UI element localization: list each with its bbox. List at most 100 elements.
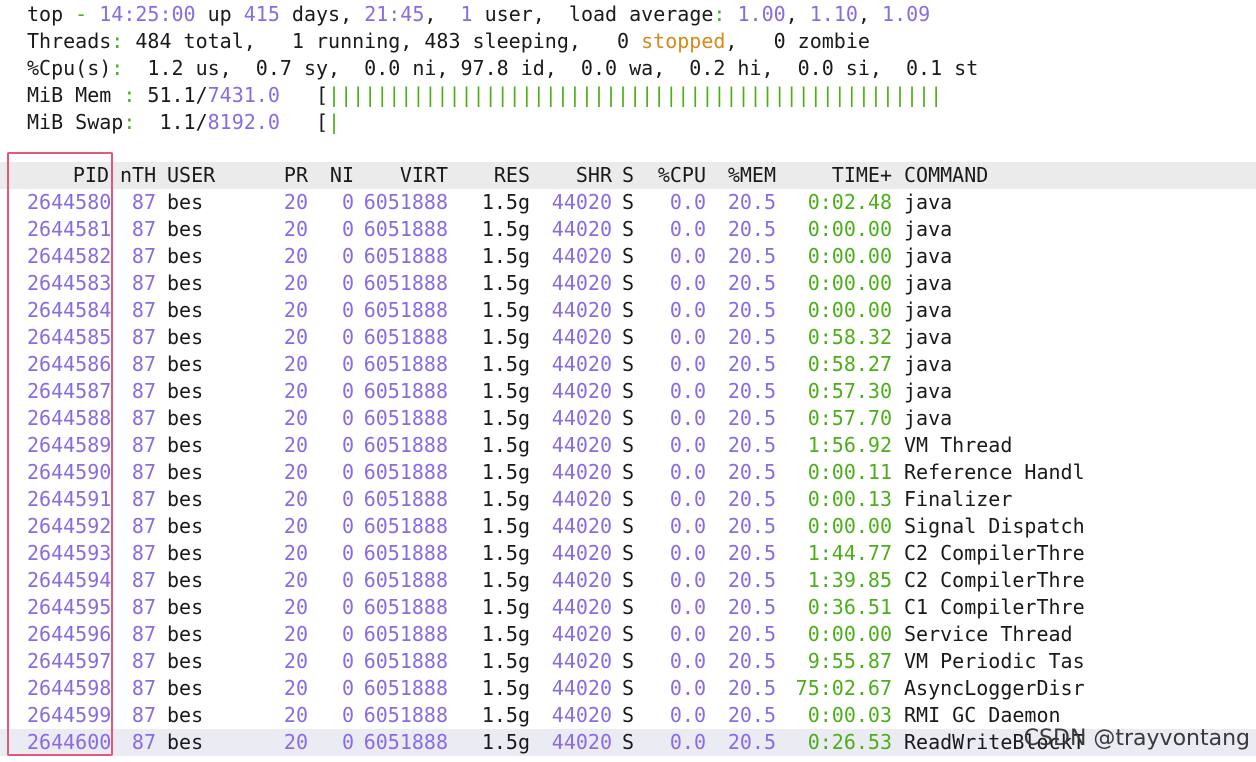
cell-nth: 87 <box>131 352 156 376</box>
cell-virt: 6051888 <box>363 460 448 484</box>
summary-segment: 8192.0 <box>207 110 280 134</box>
cell-cpu: 0.0 <box>669 649 706 673</box>
cell-s: S <box>622 730 635 754</box>
process-row[interactable]: 2644588 87 bes 20 0 6051888 1.5g 44020 S 0.0 20.5 0… <box>0 405 1256 432</box>
process-row[interactable]: 2644592 87 bes 20 0 6051888 1.5g 44020 S 0.0 20.5 0… <box>0 513 1256 540</box>
cell-pr: 20 <box>283 541 308 565</box>
cell-virt: 6051888 <box>363 217 448 241</box>
cell-nth: 87 <box>131 406 156 430</box>
process-row[interactable]: 2644591 87 bes 20 0 6051888 1.5g 44020 S 0.0 20.5 0… <box>0 486 1256 513</box>
cell-mem: 20.5 <box>727 298 776 322</box>
summary-segment: , <box>424 2 461 26</box>
cell-cmd: VM Thread <box>904 433 1013 457</box>
cell-pr: 20 <box>283 352 308 376</box>
cell-shr: 44020 <box>551 217 612 241</box>
col-time[interactable]: TIME+ <box>780 162 892 189</box>
cell-shr: 44020 <box>551 271 612 295</box>
cell-time: 0:00.03 <box>807 703 892 727</box>
process-row[interactable]: 2644590 87 bes 20 0 6051888 1.5g 44020 S 0.0 20.5 0… <box>0 459 1256 486</box>
process-row[interactable]: 2644596 87 bes 20 0 6051888 1.5g 44020 S 0.0 20.5 0… <box>0 621 1256 648</box>
cell-user: bes <box>167 703 204 727</box>
cell-time: 1:44.77 <box>807 541 892 565</box>
process-row[interactable]: 2644589 87 bes 20 0 6051888 1.5g 44020 S 0.0 20.5 1… <box>0 432 1256 459</box>
cell-virt: 6051888 <box>363 271 448 295</box>
cell-shr: 44020 <box>551 190 612 214</box>
col-virt[interactable]: VIRT <box>360 162 448 189</box>
cell-shr: 44020 <box>551 703 612 727</box>
process-row[interactable]: 2644587 87 bes 20 0 6051888 1.5g 44020 S 0.0 20.5 0… <box>0 378 1256 405</box>
col-state[interactable]: S <box>622 162 634 189</box>
summary-segment: | <box>328 110 341 134</box>
cell-nth: 87 <box>131 541 156 565</box>
cell-virt: 6051888 <box>363 541 448 565</box>
cell-cpu: 0.0 <box>669 703 706 727</box>
summary-segment: 21:45 <box>364 2 425 26</box>
cell-virt: 6051888 <box>363 622 448 646</box>
cell-res: 1.5g <box>481 595 530 619</box>
cell-s: S <box>622 676 635 700</box>
cell-cpu: 0.0 <box>669 433 706 457</box>
cell-res: 1.5g <box>481 379 530 403</box>
cell-user: bes <box>167 595 204 619</box>
cell-cmd: java <box>904 406 953 430</box>
process-row[interactable]: 2644585 87 bes 20 0 6051888 1.5g 44020 S 0.0 20.5 0… <box>0 324 1256 351</box>
cell-s: S <box>622 514 635 538</box>
col-cpu[interactable]: %CPU <box>640 162 706 189</box>
cell-res: 1.5g <box>481 514 530 538</box>
cell-shr: 44020 <box>551 244 612 268</box>
cell-shr: 44020 <box>551 514 612 538</box>
process-row[interactable]: 2644595 87 bes 20 0 6051888 1.5g 44020 S 0.0 20.5 0… <box>0 594 1256 621</box>
cell-virt: 6051888 <box>363 568 448 592</box>
process-row[interactable]: 2644584 87 bes 20 0 6051888 1.5g 44020 S 0.0 20.5 0… <box>0 297 1256 324</box>
cell-virt: 6051888 <box>363 325 448 349</box>
cell-cpu: 0.0 <box>669 271 706 295</box>
col-pr[interactable]: PR <box>270 162 308 189</box>
process-row[interactable]: 2644580 87 bes 20 0 6051888 1.5g 44020 S 0.0 20.5 0… <box>0 189 1256 216</box>
col-user[interactable]: USER <box>167 162 215 189</box>
col-command[interactable]: COMMAND <box>904 162 988 189</box>
process-row[interactable]: 2644581 87 bes 20 0 6051888 1.5g 44020 S 0.0 20.5 0… <box>0 216 1256 243</box>
cell-mem: 20.5 <box>727 190 776 214</box>
cell-res: 1.5g <box>481 271 530 295</box>
cell-virt: 6051888 <box>363 703 448 727</box>
process-row[interactable]: 2644582 87 bes 20 0 6051888 1.5g 44020 S 0.0 20.5 0… <box>0 243 1256 270</box>
column-header-bar: PID nTH USER PR NI VIRT RES SHR S %CPU %… <box>0 162 1256 189</box>
cell-ni: 0 <box>341 541 354 565</box>
process-row[interactable]: 2644599 87 bes 20 0 6051888 1.5g 44020 S 0.0 20.5 0… <box>0 702 1256 729</box>
cell-cpu: 0.0 <box>669 514 706 538</box>
cell-nth: 87 <box>131 676 156 700</box>
cell-time: 0:36.51 <box>807 595 892 619</box>
cell-mem: 20.5 <box>727 730 776 754</box>
cell-res: 1.5g <box>481 703 530 727</box>
col-shr[interactable]: SHR <box>540 162 612 189</box>
col-res[interactable]: RES <box>460 162 530 189</box>
cell-user: bes <box>167 244 204 268</box>
cell-ni: 0 <box>341 244 354 268</box>
cell-mem: 20.5 <box>727 406 776 430</box>
cell-pr: 20 <box>283 730 308 754</box>
cell-ni: 0 <box>341 703 354 727</box>
cell-pr: 20 <box>283 298 308 322</box>
cell-mem: 20.5 <box>727 676 776 700</box>
cell-cpu: 0.0 <box>669 406 706 430</box>
process-row[interactable]: 2644593 87 bes 20 0 6051888 1.5g 44020 S 0.0 20.5 1… <box>0 540 1256 567</box>
process-row[interactable]: 2644598 87 bes 20 0 6051888 1.5g 44020 S 0.0 20.5 7… <box>0 675 1256 702</box>
cell-nth: 87 <box>131 622 156 646</box>
process-row[interactable]: 2644583 87 bes 20 0 6051888 1.5g 44020 S 0.0 20.5 0… <box>0 270 1256 297</box>
cell-nth: 87 <box>131 568 156 592</box>
cell-user: bes <box>167 649 204 673</box>
col-ni[interactable]: NI <box>320 162 354 189</box>
cell-user: bes <box>167 379 204 403</box>
process-row[interactable]: 2644597 87 bes 20 0 6051888 1.5g 44020 S 0.0 20.5 9… <box>0 648 1256 675</box>
cell-s: S <box>622 217 635 241</box>
col-mem[interactable]: %MEM <box>714 162 776 189</box>
process-row[interactable]: 2644594 87 bes 20 0 6051888 1.5g 44020 S 0.0 20.5 1… <box>0 567 1256 594</box>
cell-ni: 0 <box>341 730 354 754</box>
summary-segment: %Cpu(s) <box>27 56 112 80</box>
cell-pr: 20 <box>283 487 308 511</box>
cell-shr: 44020 <box>551 595 612 619</box>
col-nth[interactable]: nTH <box>120 162 156 189</box>
cell-s: S <box>622 541 635 565</box>
cell-cpu: 0.0 <box>669 568 706 592</box>
process-row[interactable]: 2644586 87 bes 20 0 6051888 1.5g 44020 S 0.0 20.5 0… <box>0 351 1256 378</box>
